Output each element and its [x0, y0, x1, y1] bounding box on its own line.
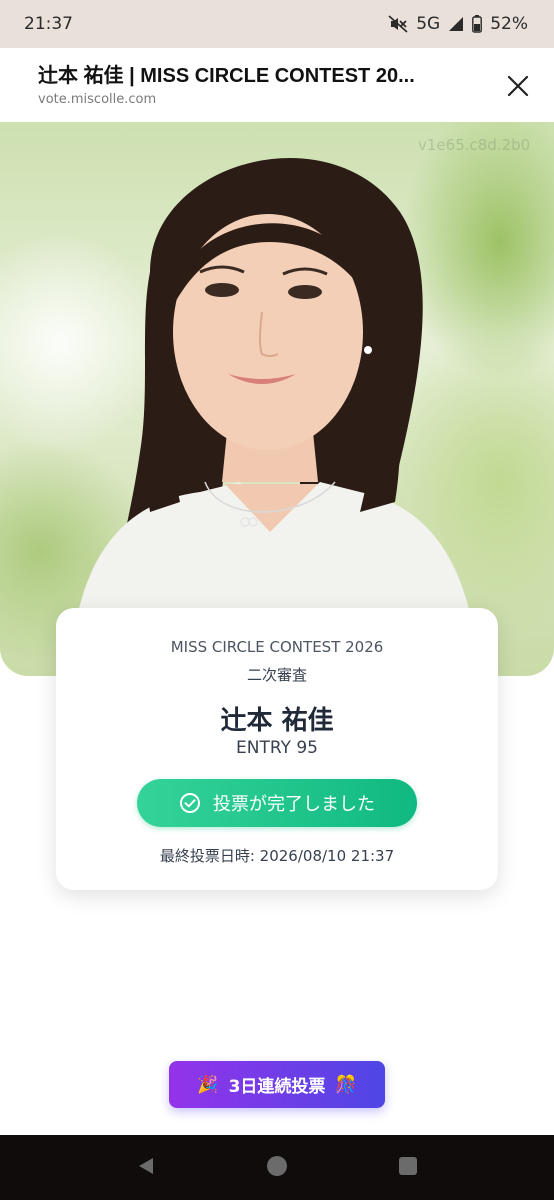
status-bar: 21:37 5G 52% [0, 0, 554, 48]
close-button[interactable] [506, 74, 530, 98]
close-icon [507, 75, 529, 97]
status-time: 21:37 [24, 14, 73, 34]
last-vote-time: 最終投票日時: 2026/08/10 21:37 [159, 847, 395, 865]
streak-label: 3日連続投票 [228, 1077, 326, 1097]
browser-header: 辻本 祐佳 | MISS CIRCLE CONTEST 20... vote.m… [0, 48, 554, 122]
watermark-top: v1e65.c8d.2b0 [418, 136, 531, 154]
back-triangle-icon [138, 1157, 153, 1174]
mute-icon [388, 15, 408, 33]
home-circle-icon [266, 1155, 287, 1176]
system-nav-bar [0, 1135, 554, 1200]
battery-level: 52% [490, 14, 528, 34]
round-label: 二次審査 [246, 666, 307, 684]
page-title: 辻本 祐佳 | MISS CIRCLE CONTEST 20... [38, 65, 415, 87]
status-icons: 5G 52% [388, 14, 528, 34]
party-popper-icon: 🎉 [197, 1074, 219, 1095]
confetti-ball-icon: 🎊 [335, 1074, 357, 1095]
check-circle-icon [180, 793, 200, 813]
contestant-photo: v1e65.c8d.2b0 v1e65.c8d.2b0 [0, 122, 554, 676]
battery-icon [472, 15, 483, 33]
entry-number: ENTRY 95 [236, 738, 318, 758]
recents-button[interactable] [397, 1155, 419, 1181]
streak-vote-button[interactable]: 🎉 3日連続投票 🎊 [169, 1061, 385, 1108]
network-label: 5G [416, 14, 441, 34]
vote-complete-button[interactable]: 投票が完了しました [137, 779, 417, 827]
portrait-illustration [70, 158, 480, 676]
contest-name: MISS CIRCLE CONTEST 2026 [170, 638, 384, 656]
signal-icon [448, 16, 464, 32]
vote-complete-label: 投票が完了しました [213, 794, 375, 815]
contestant-name: 辻本 祐佳 [220, 706, 334, 736]
page-url: vote.miscolle.com [38, 92, 157, 107]
entry-card: MISS CIRCLE CONTEST 2026 二次審査 辻本 祐佳 ENTR… [56, 608, 498, 890]
recents-square-icon [399, 1156, 418, 1175]
back-button[interactable] [135, 1155, 157, 1181]
home-button[interactable] [266, 1155, 288, 1181]
